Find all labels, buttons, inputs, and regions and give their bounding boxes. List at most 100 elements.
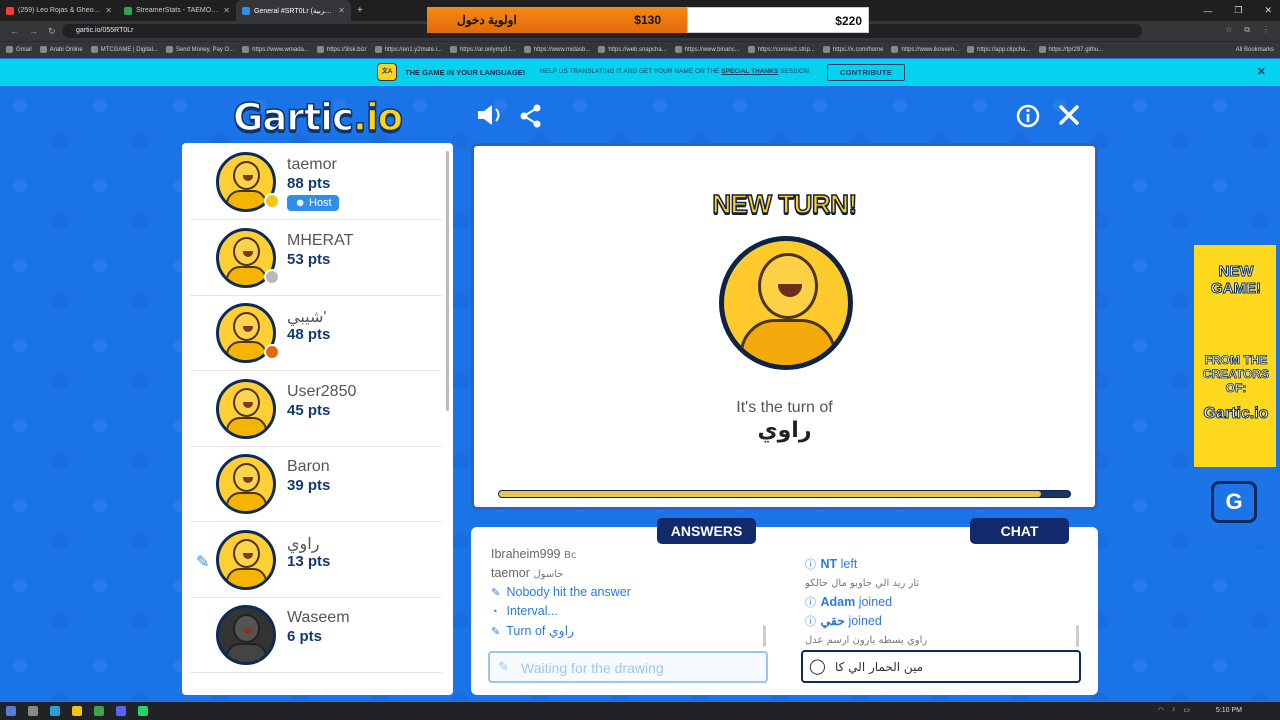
bookmark-item[interactable]: https://www.wmada... (242, 46, 309, 54)
bookmark-item[interactable]: https://app.clipcha... (967, 46, 1031, 54)
ad-price-2: $220 (835, 14, 862, 28)
player-avatar (216, 605, 276, 665)
player-row[interactable]: ✎ راوي 13 pts (190, 523, 442, 598)
player-status-dot (264, 193, 280, 209)
bookmark-item[interactable]: https://x.com/home (822, 46, 883, 54)
bookmark-item[interactable]: https://www.ikoveim... (891, 46, 959, 54)
players-scrollbar[interactable] (446, 151, 449, 411)
sound-icon[interactable] (476, 103, 504, 127)
players-list: taemor 88 pts ☻ Host MHERAT 53 pts شيبي' 48 pt… (182, 143, 453, 695)
exit-icon[interactable] (1058, 104, 1080, 126)
minimize-icon[interactable]: — (1203, 6, 1212, 16)
menu-icon[interactable]: ⋮ (1262, 25, 1270, 35)
close-tab-icon[interactable]: ✕ (338, 6, 345, 15)
reload-icon[interactable]: ↻ (48, 26, 56, 37)
bookmark-item[interactable]: https://www.binanc... (674, 46, 740, 54)
player-points: 45 pts (287, 401, 331, 419)
player-row[interactable]: MHERAT 53 pts (190, 221, 442, 296)
close-tab-icon[interactable]: ✕ (105, 6, 112, 15)
window-controls: — ❐ ✕ (1203, 0, 1272, 21)
chat-bubble-icon: ◯ (809, 658, 826, 675)
contribute-button[interactable]: CONTRIBUTE (827, 64, 905, 81)
edge-icon[interactable] (50, 706, 60, 716)
browser-actions: ☆ ⧉ ⋮ (1225, 25, 1270, 35)
bookmark-item[interactable]: Gmail (6, 46, 32, 54)
info-icon[interactable] (1016, 104, 1040, 128)
player-points: 48 pts (287, 326, 331, 343)
chat-input[interactable]: ◯ مين الحمار الي كا (801, 650, 1081, 683)
bookmark-item[interactable]: Send Money, Pay O... (165, 46, 234, 54)
battery-icon[interactable]: ▭ (1183, 706, 1190, 714)
side-advert[interactable]: NEW GAME! FROM THE CREATORS OF: Gartic.i… (1194, 245, 1276, 545)
ad-g-button[interactable]: G (1211, 481, 1257, 523)
new-tab-button[interactable]: + (351, 5, 369, 16)
answers-scrollbar[interactable] (763, 625, 766, 647)
player-avatar (216, 529, 276, 590)
bookmark-item[interactable]: https://3isk.biz/ (316, 46, 367, 54)
player-name: User2850 (287, 382, 357, 400)
bookmark-icon (598, 46, 606, 54)
answers-tab[interactable]: ANSWERS (657, 518, 756, 544)
chrome-icon[interactable] (94, 706, 104, 716)
bookmark-item[interactable]: https://en1.y2mate.i... (374, 46, 442, 54)
discord-icon[interactable] (116, 706, 126, 716)
maximize-icon[interactable]: ❐ (1234, 5, 1242, 16)
close-window-icon[interactable]: ✕ (1264, 5, 1272, 16)
bookmark-icon (891, 46, 899, 54)
player-row[interactable]: شيبي' 48 pts (190, 296, 442, 371)
player-row[interactable]: taemor 88 pts ☻ Host (190, 145, 442, 220)
answers-log: Ibraheim999 Bc taemor حاسول ✎ Nobody hit t… (491, 547, 776, 642)
all-bookmarks[interactable]: All Bookmarks (1236, 47, 1274, 53)
info-icon: ⓘ (805, 597, 816, 609)
player-name: Waseem (287, 609, 350, 626)
avatar-face (758, 253, 818, 319)
chat-line: ⓘ NT left (805, 557, 858, 571)
translation-banner: 文A THE GAME IN YOUR LANGUAGE! HELP US TR… (0, 59, 1280, 86)
close-tab-icon[interactable]: ✕ (223, 6, 230, 15)
ad-subline: FROM THE CREATORS OF: (1202, 353, 1270, 396)
chat-scrollbar[interactable] (1076, 625, 1079, 647)
special-thanks-link[interactable]: SPECIAL THANKS (721, 68, 778, 75)
bookmark-item[interactable]: Arabi Online (39, 46, 83, 54)
answer-line: taemor حاسول (491, 566, 564, 580)
turn-label: It's the turn of (736, 399, 833, 416)
extensions-icon[interactable]: ⧉ (1244, 25, 1250, 35)
share-icon[interactable] (519, 104, 543, 128)
player-points: 6 pts (287, 628, 323, 645)
search-icon[interactable] (28, 706, 38, 716)
whatsapp-icon[interactable] (138, 706, 148, 716)
answer-line: Ibraheim999 Bc (491, 547, 577, 561)
player-status-dot (264, 344, 280, 360)
player-row[interactable]: Waseem 6 pts (190, 598, 442, 673)
answers-chat-panel: Ibraheim999 Bc taemor حاسول ✎ Nobody hit t… (471, 527, 1098, 695)
start-icon[interactable] (6, 706, 16, 716)
chat-tab[interactable]: CHAT (970, 518, 1069, 544)
banner-close-icon[interactable]: ✕ (1257, 65, 1266, 78)
clock-icon: ◔ (491, 606, 498, 618)
gartic-logo: Gartic.io (232, 95, 404, 140)
info-icon: ⓘ (805, 559, 816, 571)
bookmark-icon (316, 46, 324, 54)
back-icon[interactable]: ← (10, 26, 19, 36)
player-name: MHERAT (287, 231, 354, 249)
browser-tab-2[interactable]: StreamerStats - TAEMOR Stream✕ (118, 0, 236, 21)
pencil-icon: ✎ (498, 659, 509, 674)
bookmark-item[interactable]: https://www.midasb... (523, 46, 590, 54)
bookmark-item[interactable]: https://tpr297.githu... (1038, 46, 1103, 54)
star-icon[interactable]: ☆ (1225, 25, 1232, 35)
bookmark-item[interactable]: https://connect.strip... (747, 46, 815, 54)
player-row[interactable]: User2850 45 pts (190, 372, 442, 447)
ad-brand: Gartic.io (1203, 405, 1269, 423)
forward-icon[interactable]: → (29, 26, 38, 36)
answer-input[interactable]: ✎ Waiting for the drawing (488, 651, 768, 683)
answer-line: ◔ Interval... (491, 604, 558, 618)
volume-icon[interactable]: ♪ (1172, 706, 1176, 714)
bookmark-item[interactable]: https://ar.onlymp3.t... (449, 46, 516, 54)
browser-tab-1[interactable]: (259) Leo Rojas & Gheorghe ✕ (0, 0, 118, 21)
player-row[interactable]: Baron 39 pts (190, 447, 442, 522)
browser-tab-3[interactable]: General #SRT0Lr (العربية) - Gartic✕ (236, 0, 351, 21)
bookmark-item[interactable]: MTCGAME | Digital... (90, 46, 158, 54)
wifi-icon[interactable]: ◠ (1158, 706, 1164, 714)
explorer-icon[interactable] (72, 706, 82, 716)
bookmark-item[interactable]: https://web.snapcha... (598, 46, 667, 54)
